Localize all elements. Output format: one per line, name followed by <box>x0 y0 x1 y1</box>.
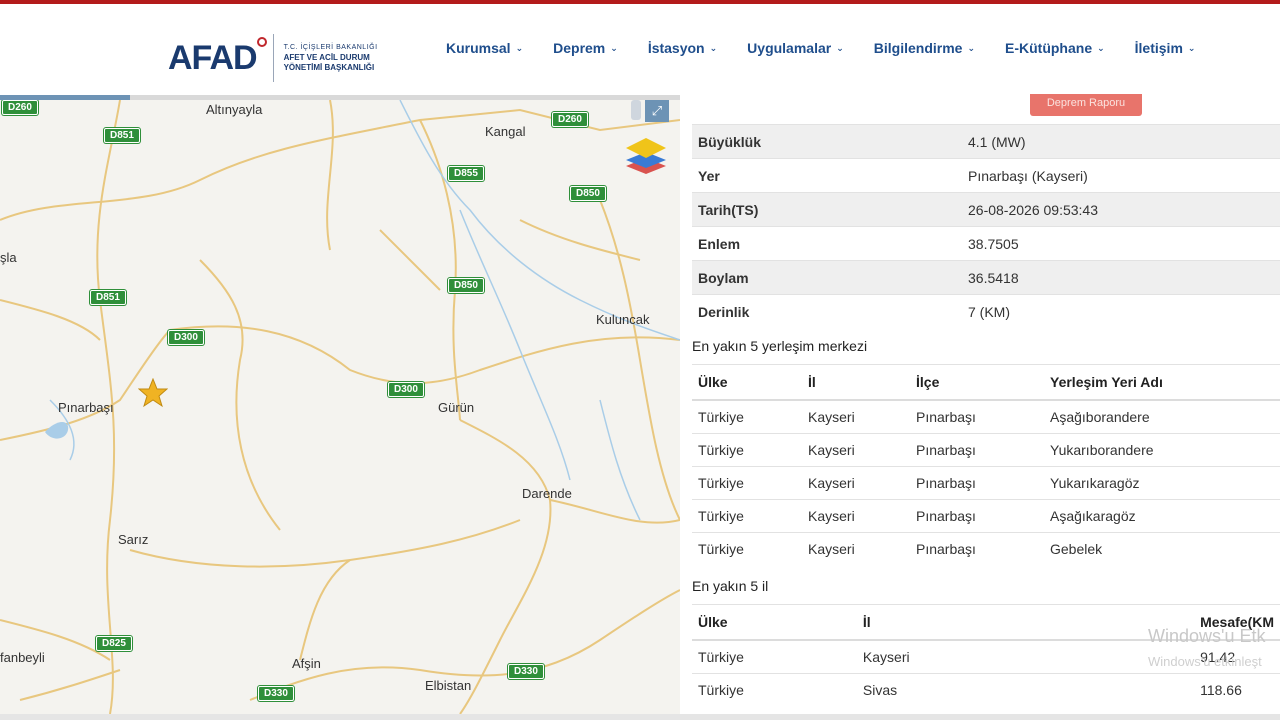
nav-uygulamalar[interactable]: Uygulamalar ⌄ <box>747 40 844 56</box>
table-row: Derinlik 7 (KM) <box>692 294 1280 328</box>
earthquake-report-button[interactable]: Deprem Raporu <box>1030 94 1142 116</box>
road-shield: D260 <box>2 100 38 115</box>
table-row: Türkiye Kayseri Pınarbaşı Yukarıborandere <box>692 433 1280 467</box>
table-row: Türkiye Kayseri Pınarbaşı Gebelek <box>692 532 1280 565</box>
chevron-down-icon: ⌄ <box>515 42 524 53</box>
layers-icon[interactable] <box>624 136 668 176</box>
chevron-down-icon: ⌄ <box>610 42 618 53</box>
table-row: Türkiye Kayseri Pınarbaşı Aşağıborandere <box>692 399 1280 434</box>
table-header: Ülke İl İlçe Yerleşim Yeri Adı <box>692 364 1280 401</box>
earthquake-details-panel: Deprem Raporu Büyüklük 4.1 (MW) Yer Pınarb… <box>692 94 1280 714</box>
road-shield: D330 <box>258 686 294 701</box>
road-shield: D850 <box>448 278 484 293</box>
road-shield: D825 <box>96 636 132 651</box>
chevron-down-icon: ⌄ <box>1187 42 1196 53</box>
nav-deprem[interactable]: Deprem ⌄ <box>553 40 618 56</box>
road-shield: D330 <box>508 664 544 679</box>
bottom-scrollbar[interactable] <box>0 714 1280 720</box>
site-header: AFAD T.C. İÇİŞLERİ BAKANLIĞI AFET VE ACİ… <box>0 4 1280 94</box>
place-label: Sarız <box>118 532 149 547</box>
road-shield: D851 <box>104 128 140 143</box>
place-label: Elbistan <box>425 678 472 693</box>
table-row: Enlem 38.7505 <box>692 226 1280 261</box>
chevron-down-icon: ⌄ <box>967 42 975 53</box>
table-row: Yer Pınarbaşı (Kayseri) <box>692 158 1280 193</box>
details-table: Büyüklük 4.1 (MW) Yer Pınarbaşı (Kayseri) … <box>692 124 1280 328</box>
chevron-down-icon: ⌄ <box>709 42 718 53</box>
road-shield: D300 <box>388 382 424 397</box>
fullscreen-icon[interactable]: ⤢ <box>645 100 669 122</box>
road-shield: D855 <box>448 166 484 181</box>
place-label: Pınarbaşı <box>58 400 114 415</box>
table-row: Tarih(TS) 26-08-2026 09:53:43 <box>692 192 1280 227</box>
star-icon[interactable] <box>138 378 168 408</box>
table-row: Boylam 36.5418 <box>692 260 1280 295</box>
chevron-down-icon: ⌄ <box>836 42 844 53</box>
place-label: Darende <box>522 486 572 501</box>
provinces-title: En yakın 5 il <box>692 578 769 594</box>
windows-activation-watermark-sub: Windows'u etkinleşt <box>1148 654 1262 669</box>
settlements-title: En yakın 5 yerleşim merkezi <box>692 338 868 354</box>
nav-e-kutuphane[interactable]: E-Kütüphane ⌄ <box>1005 40 1105 56</box>
main-nav: Kurumsal ⌄ Deprem ⌄ İstasyon ⌄ Uygulamalar ⌄… <box>446 40 1225 56</box>
place-label: şla <box>0 250 17 265</box>
table-row: Türkiye Kayseri Pınarbaşı Yukarıkaragöz <box>692 466 1280 500</box>
place-label: Kangal <box>485 124 526 139</box>
road-shield: D300 <box>168 330 204 345</box>
logo-text: AFAD <box>168 36 267 78</box>
logo-divider <box>272 34 274 82</box>
place-label: fanbeyli <box>0 650 45 665</box>
lake <box>45 421 69 439</box>
windows-activation-watermark: Windows'u Etk <box>1148 626 1266 646</box>
nav-iletisim[interactable]: İletişim ⌄ <box>1135 40 1196 56</box>
road-shield: D850 <box>570 186 606 201</box>
place-label: Gürün <box>438 400 475 415</box>
table-row: Türkiye Kayseri Pınarbaşı Aşağıkaragöz <box>692 499 1280 533</box>
table-row: Büyüklük 4.1 (MW) <box>692 124 1280 159</box>
road-shield: D260 <box>552 112 588 127</box>
logo-subtitle: T.C. İÇİŞLERİ BAKANLIĞI AFET VE ACİL DUR… <box>283 44 378 72</box>
place-label: Kuluncak <box>596 312 650 327</box>
place-label: Afşin <box>292 656 321 671</box>
map-scroll-handle[interactable] <box>631 100 641 120</box>
earthquake-map[interactable]: Altınyayla Kangal şla Kuluncak Pınarbaşı… <box>0 100 680 714</box>
road-shield: D851 <box>90 290 126 305</box>
place-label: Altınyayla <box>206 102 263 117</box>
nav-kurumsal[interactable]: Kurumsal ⌄ <box>446 40 523 56</box>
settlements-table: Ülke İl İlçe Yerleşim Yeri Adı Türkiye Ka… <box>692 364 1280 565</box>
chevron-down-icon: ⌄ <box>1097 42 1105 53</box>
nav-bilgilendirme[interactable]: Bilgilendirme ⌄ <box>874 40 975 56</box>
table-row: Türkiye Sivas 118.66 <box>692 673 1280 706</box>
afad-logo[interactable]: AFAD T.C. İÇİŞLERİ BAKANLIĞI AFET VE ACİ… <box>168 32 378 84</box>
nav-istasyon[interactable]: İstasyon ⌄ <box>648 40 717 56</box>
